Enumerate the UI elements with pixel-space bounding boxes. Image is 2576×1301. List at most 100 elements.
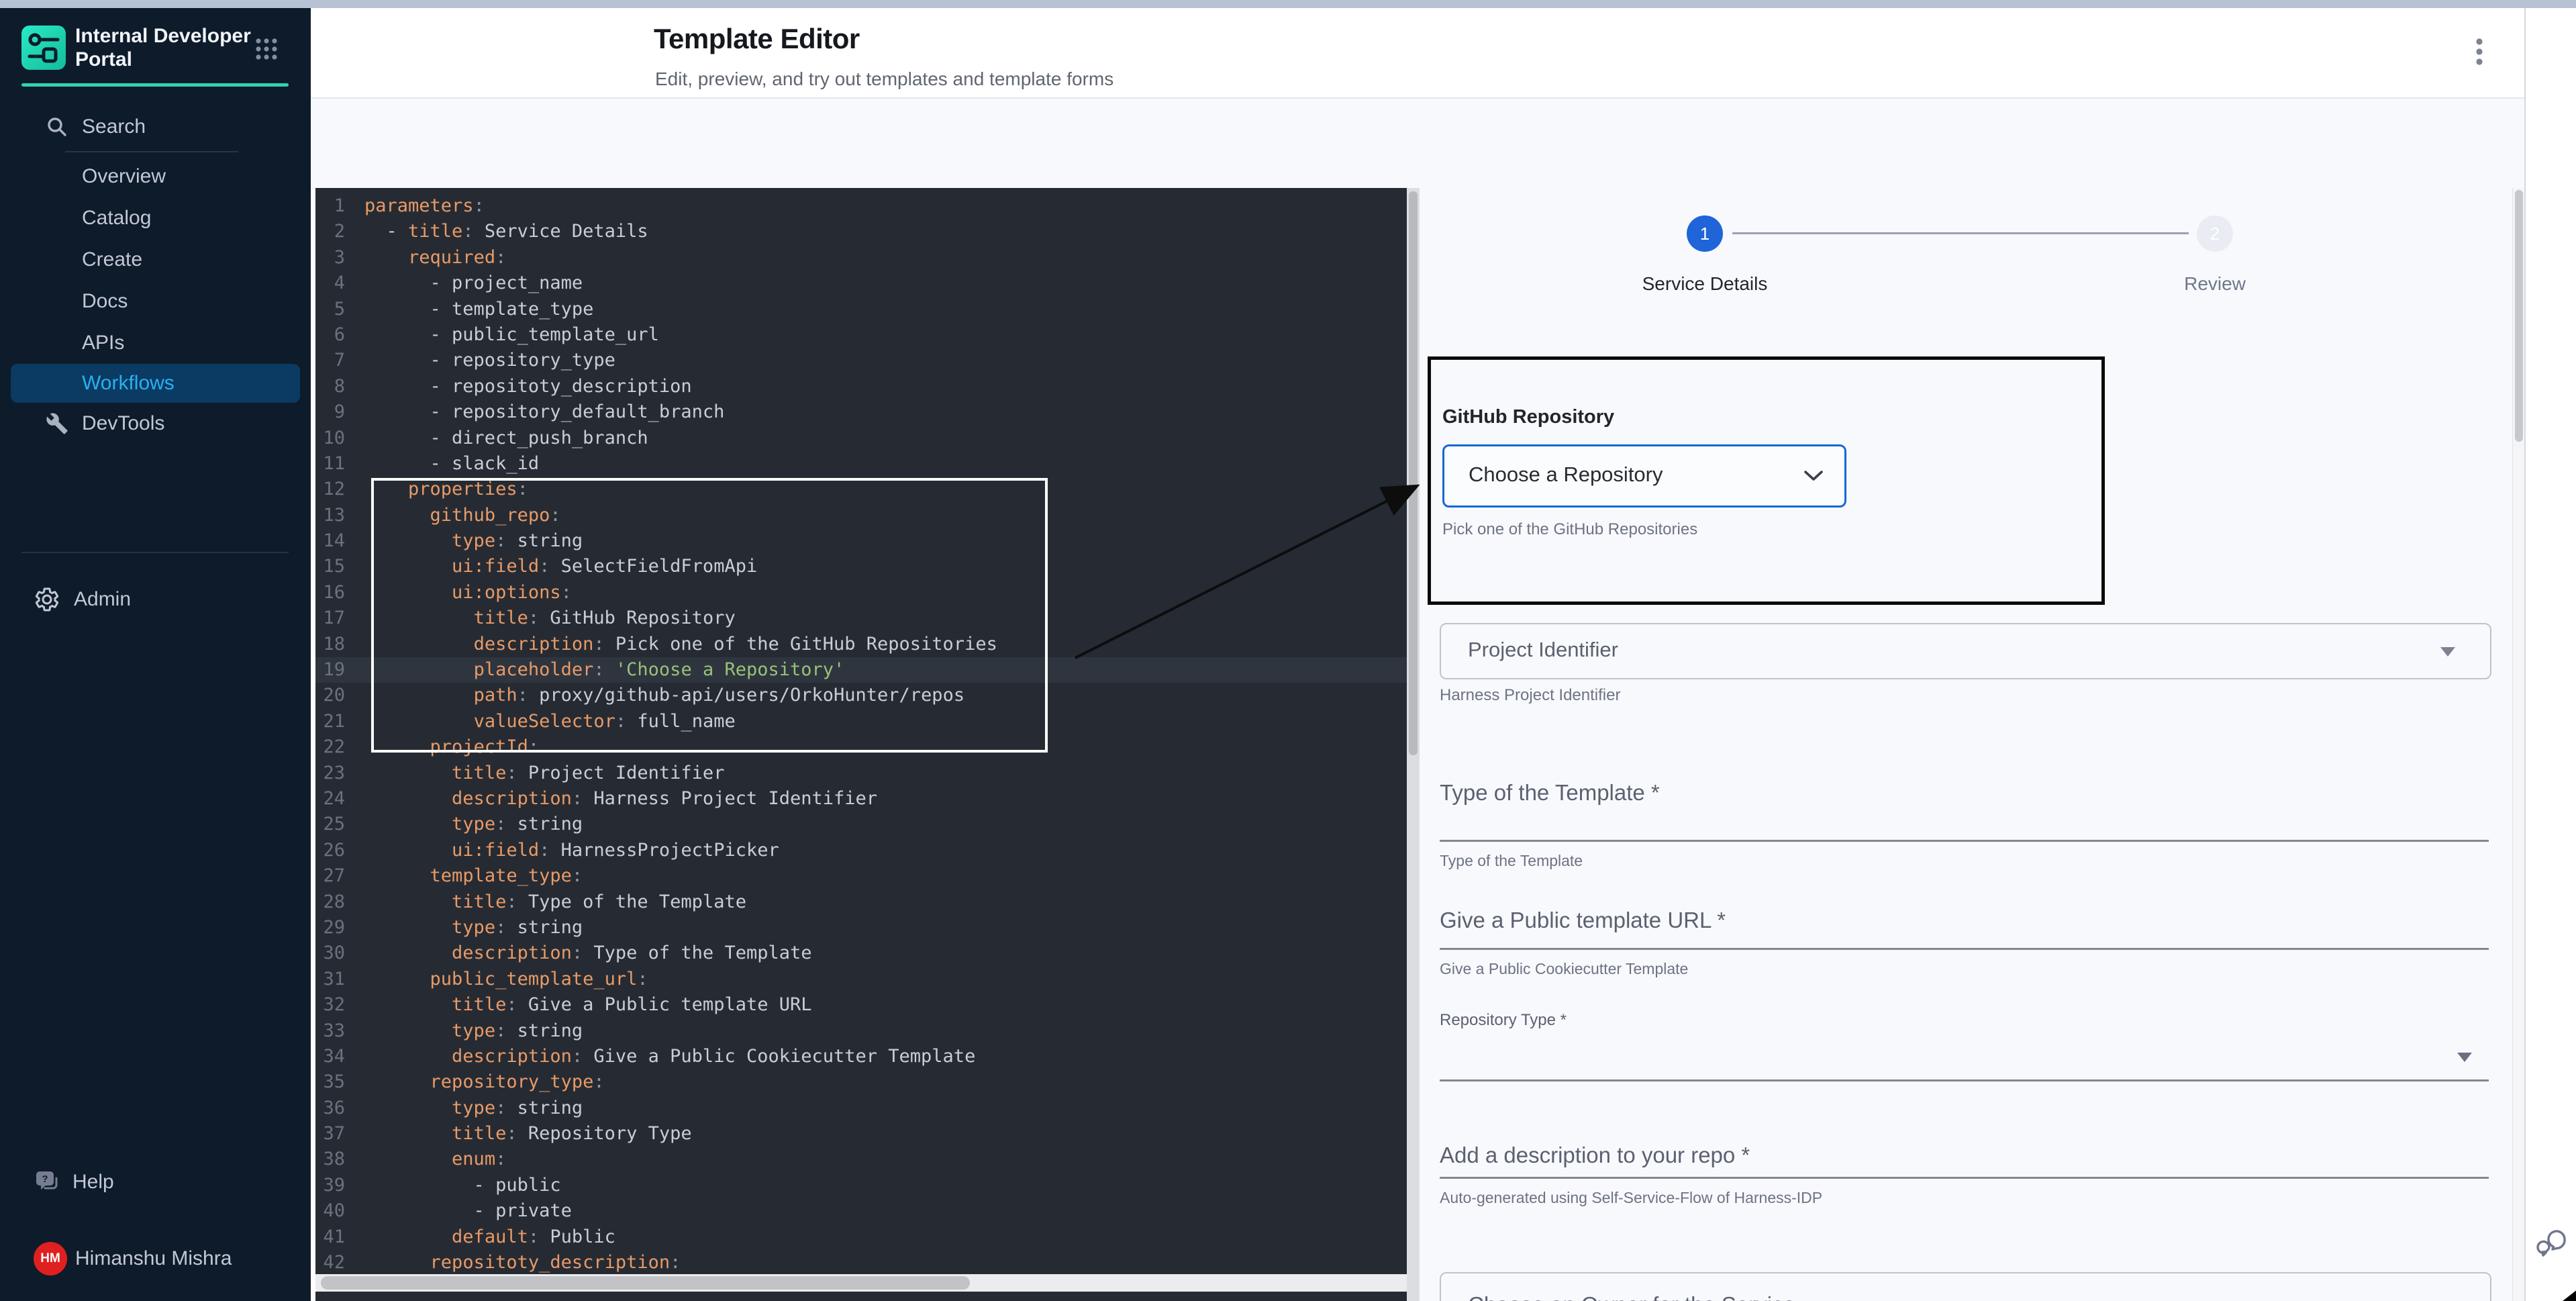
corner-wedge [2563, 1290, 2576, 1301]
portal-title-line1: Internal Developer [75, 24, 251, 48]
wrench-icon [44, 411, 70, 436]
code-line: 21 valueSelector: full_name [315, 709, 1407, 734]
sidebar-item-search[interactable]: Search [0, 106, 311, 148]
code-line: 40 - private [315, 1198, 1407, 1224]
form-preview-panel: 1 2 Service Details Review GitHub Reposi… [1420, 188, 2512, 1301]
chat-bubbles-icon[interactable] [2535, 1227, 2569, 1261]
code-line: 8 - repositoty_description [315, 374, 1407, 399]
sidebar-item-apis[interactable]: APIs [0, 322, 311, 364]
sidebar-nav: Search OverviewCatalogCreate Docs APIs Workf… [0, 106, 311, 444]
search-icon [44, 114, 70, 140]
code-line: 26 ui:field: HarnessProjectPicker [315, 838, 1407, 863]
code-line: 16 ui:options: [315, 580, 1407, 606]
editor-vertical-scrollbar[interactable] [1407, 188, 1420, 1301]
code-text: valueSelector: full_name [364, 711, 736, 732]
user-name: Himanshu Mishra [75, 1247, 232, 1270]
code-line: 23 title: Project Identifier [315, 761, 1407, 786]
page-subtitle: Edit, preview, and try out templates and… [655, 68, 1113, 90]
code-line: 11 - slack_id [315, 451, 1407, 477]
app-root: Internal Developer Portal SearchOverview… [0, 0, 2576, 1301]
code-text: - project_name [364, 273, 583, 293]
line-number: 14 [315, 528, 345, 554]
apps-grid-icon[interactable] [254, 36, 279, 65]
line-number: 19 [315, 657, 345, 683]
code-text: type: string [364, 917, 583, 938]
line-number: 8 [315, 374, 345, 399]
svg-text:?: ? [42, 1173, 48, 1185]
line-number: 11 [315, 451, 345, 477]
code-line: 29 type: string [315, 915, 1407, 941]
code-line: 4 - project_name [315, 271, 1407, 296]
sidebar-item-catalog[interactable]: Catalog [0, 197, 311, 239]
sidebar-user[interactable]: HM Himanshu Mishra [0, 1235, 311, 1282]
sidebar-item-label: Search [82, 115, 146, 138]
dropdown-arrow-icon [2440, 647, 2455, 657]
yaml-code-editor[interactable]: 1parameters:2 - title: Service Details3 … [315, 188, 1407, 1301]
project-identifier-placeholder: Project Identifier [1468, 638, 1618, 662]
kebab-menu-icon[interactable] [2473, 35, 2486, 64]
code-text: properties: [364, 479, 528, 499]
code-text: public_template_url: [364, 969, 648, 990]
sidebar-item-help[interactable]: ? Help [0, 1161, 311, 1203]
page-title: Template Editor [654, 23, 860, 55]
sidebar-item-overview[interactable]: Overview [0, 156, 311, 197]
page-vertical-scrollbar[interactable] [2512, 188, 2525, 1301]
right-gutter [2524, 8, 2576, 1301]
code-text: enum: [364, 1149, 506, 1169]
sidebar-item-docs[interactable]: Docs [0, 281, 311, 322]
step-number: 2 [2210, 224, 2220, 244]
repository-type-field[interactable]: Repository Type * [1440, 1011, 1567, 1030]
sidebar-item-label: APIs [82, 332, 124, 354]
line-number: 4 [315, 271, 345, 296]
editor-vscroll-thumb[interactable] [1409, 191, 1418, 755]
owner-select[interactable]: Choose an Owner for the Service [1440, 1272, 2491, 1301]
stepper-step-1: 1 [1687, 215, 1723, 252]
editor-hscroll-thumb[interactable] [321, 1276, 970, 1290]
template-type-field[interactable]: Type of the Template * [1440, 780, 1660, 806]
idp-logo[interactable] [21, 26, 66, 70]
code-text: type: string [364, 1020, 583, 1041]
github-repository-select[interactable]: Choose a Repository [1442, 444, 1846, 508]
code-line: 6 - public_template_url [315, 322, 1407, 348]
line-number: 21 [315, 709, 345, 734]
code-line: 12 properties: [315, 477, 1407, 502]
editor-horizontal-scrollbar[interactable] [315, 1274, 1407, 1292]
code-text: placeholder: 'Choose a Repository' [364, 659, 844, 680]
github-repository-value: Choose a Repository [1469, 463, 1663, 487]
code-text: - title: Service Details [364, 221, 648, 242]
line-number: 9 [315, 399, 345, 425]
sidebar-item-create[interactable]: Create [0, 239, 311, 281]
code-text: type: string [364, 814, 583, 834]
code-line: 30 description: Type of the Template [315, 941, 1407, 966]
line-number: 16 [315, 580, 345, 606]
code-line: 37 title: Repository Type [315, 1121, 1407, 1147]
code-text: - public [364, 1175, 561, 1196]
code-text: description: Type of the Template [364, 943, 812, 963]
project-identifier-select[interactable]: Project Identifier [1440, 623, 2491, 679]
line-number: 12 [315, 477, 345, 502]
line-number: 31 [315, 967, 345, 992]
code-line: 18 description: Pick one of the GitHub R… [315, 632, 1407, 657]
sidebar-item-label: Docs [82, 290, 128, 313]
sidebar-item-devtools[interactable]: DevTools [0, 403, 311, 444]
line-number: 17 [315, 606, 345, 631]
sidebar-item-admin[interactable]: Admin [0, 579, 311, 620]
code-text: projectId: [364, 736, 539, 757]
public-template-url-field[interactable]: Give a Public template URL * [1440, 908, 1726, 933]
page-vscroll-thumb[interactable] [2515, 190, 2523, 442]
code-text: - public_template_url [364, 324, 659, 345]
code-text: - private [364, 1200, 572, 1221]
code-text: title: Project Identifier [364, 763, 724, 783]
line-number: 3 [315, 245, 345, 271]
code-text: default: Public [364, 1226, 615, 1247]
code-text: required: [364, 247, 506, 268]
code-line: 20 path: proxy/github-api/users/OrkoHunt… [315, 683, 1407, 708]
stepper-label-service-details: Service Details [1621, 273, 1789, 295]
code-text: - direct_push_branch [364, 428, 648, 448]
line-number: 29 [315, 915, 345, 941]
repo-description-field[interactable]: Add a description to your repo * [1440, 1143, 1750, 1168]
sidebar-item-workflows[interactable]: Workflows [11, 364, 300, 403]
owner-placeholder: Choose an Owner for the Service [1468, 1292, 1795, 1301]
code-line: 27 template_type: [315, 863, 1407, 889]
line-number: 39 [315, 1173, 345, 1198]
